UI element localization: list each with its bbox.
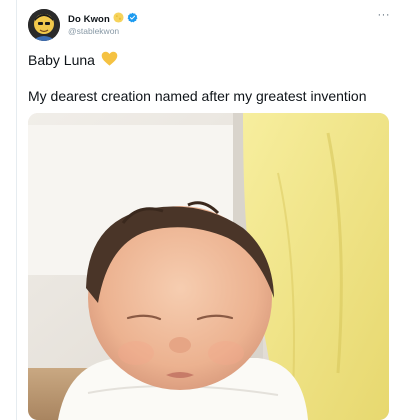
- baby-photo-image: [28, 113, 389, 420]
- tweet-photo[interactable]: [28, 113, 389, 420]
- yellow-heart-icon: [101, 51, 118, 69]
- tweet-text-line-2: My dearest creation named after my great…: [28, 88, 367, 104]
- author-avatar[interactable]: [28, 9, 60, 41]
- tweet-text-baby-luna: Baby Luna: [28, 52, 95, 68]
- author-handle[interactable]: @stablekwon: [68, 26, 119, 36]
- author-name-row: Do Kwon: [68, 12, 138, 26]
- author-display-name[interactable]: Do Kwon: [68, 14, 110, 25]
- more-options-button[interactable]: ···: [378, 10, 391, 21]
- avatar-cartoon-icon: [28, 9, 60, 41]
- verified-badge-icon: [127, 10, 138, 28]
- tweet-text-line-1: Baby Luna: [28, 51, 118, 69]
- tweet-card[interactable]: Do Kwon @stablekwon ··· Baby Luna My dea…: [18, 0, 402, 420]
- timeline-border: [16, 0, 17, 420]
